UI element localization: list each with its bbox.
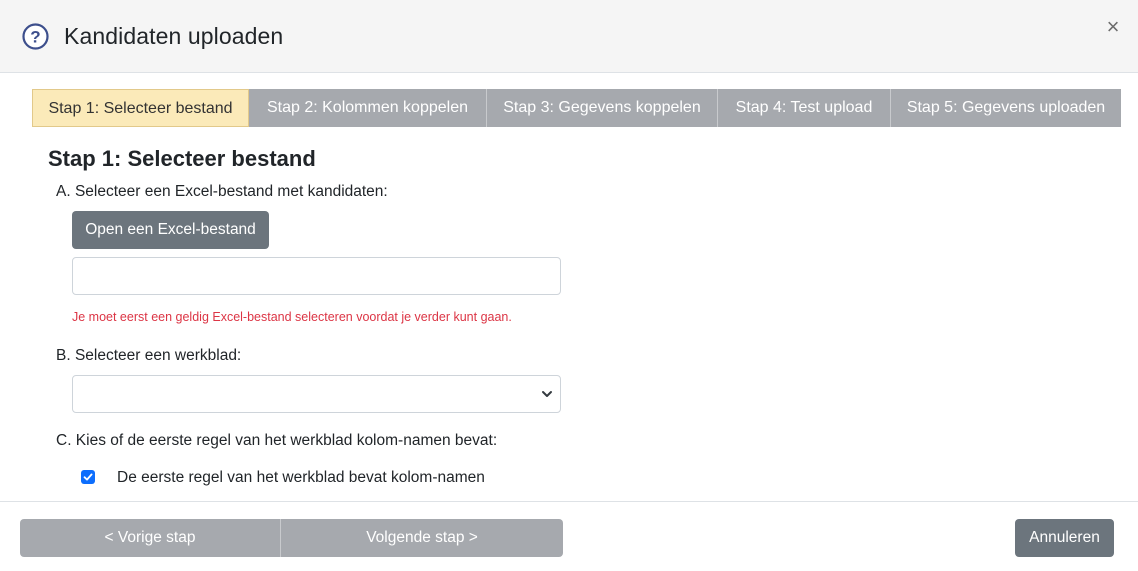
tab-step-3[interactable]: Stap 3: Gegevens koppelen <box>487 89 718 127</box>
close-button[interactable]: × <box>1102 16 1124 40</box>
section-c-label: C. Kies of de eerste regel van het werkb… <box>56 432 498 449</box>
tab-step-5[interactable]: Stap 5: Gegevens uploaden <box>891 89 1121 127</box>
step-tabs: Stap 1: Selecteer bestand Stap 2: Kolomm… <box>32 89 1121 127</box>
column-names-checkbox[interactable] <box>81 470 95 484</box>
check-icon <box>83 473 93 481</box>
svg-text:?: ? <box>30 28 40 47</box>
question-circle-icon[interactable]: ? <box>22 23 49 50</box>
modal-header: ? Kandidaten uploaden × <box>0 0 1138 73</box>
checkbox-label[interactable]: De eerste regel van het werkblad bevat k… <box>117 468 485 488</box>
tab-step-4[interactable]: Stap 4: Test upload <box>718 89 891 127</box>
tab-step-1[interactable]: Stap 1: Selecteer bestand <box>32 89 249 127</box>
previous-step-button[interactable]: < Vorige stap <box>20 519 281 557</box>
upload-modal: ? Kandidaten uploaden × Stap 1: Selectee… <box>0 0 1138 571</box>
open-excel-button[interactable]: Open een Excel-bestand <box>72 211 269 249</box>
worksheet-select[interactable] <box>72 375 561 413</box>
cancel-button[interactable]: Annuleren <box>1015 519 1114 557</box>
modal-footer: < Vorige stap Volgende stap > Annuleren <box>0 501 1138 571</box>
file-name-input[interactable] <box>72 257 561 295</box>
error-message: Je moet eerst een geldig Excel-bestand s… <box>72 310 512 324</box>
chevron-down-icon <box>540 387 554 401</box>
section-a-label: A. Selecteer een Excel-bestand met kandi… <box>56 183 388 200</box>
next-step-button[interactable]: Volgende stap > <box>281 519 563 557</box>
step-title: Stap 1: Selecteer bestand <box>48 146 316 171</box>
modal-title: Kandidaten uploaden <box>64 23 284 49</box>
tab-step-2[interactable]: Stap 2: Kolommen koppelen <box>249 89 487 127</box>
section-b-label: B. Selecteer een werkblad: <box>56 347 242 364</box>
